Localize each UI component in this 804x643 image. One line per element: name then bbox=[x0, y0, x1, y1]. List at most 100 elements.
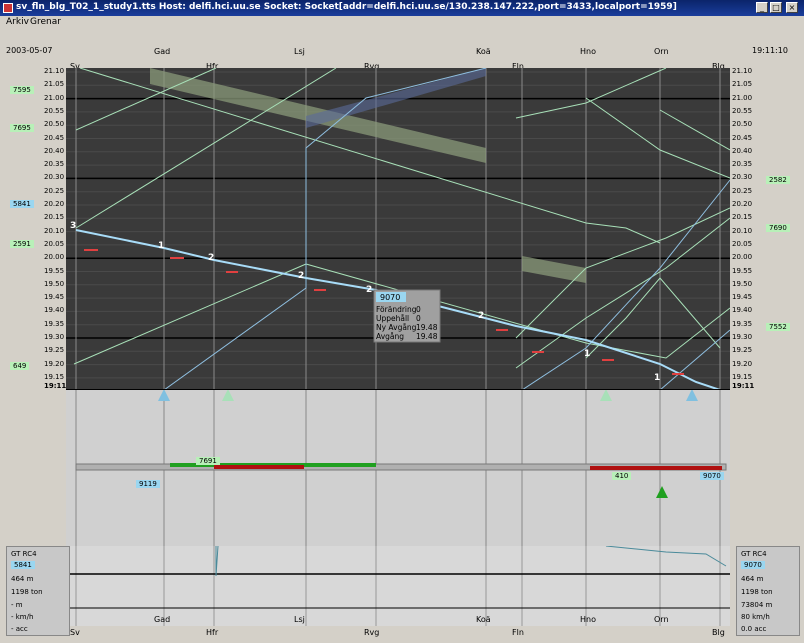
station-hfr[interactable]: Hfr bbox=[206, 628, 218, 637]
right-train-panel: GT RC4 9070 464 m 1198 ton 73804 m 80 km… bbox=[736, 546, 800, 636]
time-tick-label: 20.45 bbox=[44, 133, 65, 142]
time-tick-label: 19.35 bbox=[732, 319, 753, 328]
time-tick-label: 20.30 bbox=[732, 173, 753, 182]
time-tick-label: 20.50 bbox=[44, 120, 65, 129]
now-time-label: 19:11 bbox=[44, 382, 67, 390]
panel-distance: - m bbox=[11, 601, 23, 609]
station-lsj[interactable]: Lsj bbox=[294, 615, 305, 624]
stop-marker: 1 bbox=[654, 373, 660, 383]
time-tick-label: 20.45 bbox=[732, 133, 753, 142]
time-tick-label: 20.15 bbox=[732, 213, 753, 222]
menu-arkiv[interactable]: Arkiv bbox=[6, 17, 29, 27]
time-tick-label: 19.45 bbox=[44, 293, 65, 302]
train-tag[interactable]: 7690 bbox=[766, 224, 790, 232]
clock-label: 19:11:10 bbox=[752, 46, 788, 55]
time-tick-label: 19.25 bbox=[44, 346, 65, 355]
panel-distance: 73804 m bbox=[741, 601, 773, 609]
track-train-tag[interactable]: 410 bbox=[612, 472, 632, 480]
station-lsj[interactable]: Lsj bbox=[294, 47, 305, 56]
time-tick-label: 21.05 bbox=[732, 80, 753, 89]
window-title: sv_fln_blg_T02_1_study1.tts Host: delfi.… bbox=[16, 2, 677, 12]
train-tag[interactable]: 2582 bbox=[766, 176, 790, 184]
time-tick-label: 20.40 bbox=[732, 146, 753, 155]
time-tick-label: 21.05 bbox=[44, 80, 65, 89]
stop-marker: 2 bbox=[208, 253, 214, 263]
time-tick-label: 20.10 bbox=[44, 226, 65, 235]
close-button[interactable]: × bbox=[786, 2, 798, 13]
station-koa[interactable]: Koä bbox=[476, 615, 491, 624]
time-tick-label: 21.00 bbox=[44, 93, 65, 102]
time-tick-label: 20.05 bbox=[44, 239, 65, 248]
tooltip-key: Förändring bbox=[376, 305, 417, 314]
track-train-tag[interactable]: 9070 bbox=[700, 472, 724, 480]
station-rvg[interactable]: Rvg bbox=[364, 628, 379, 637]
time-tick-label: 20.00 bbox=[732, 253, 753, 262]
time-tick-label: 19.30 bbox=[44, 333, 65, 341]
panel-acc: - acc bbox=[11, 625, 28, 633]
train-tag[interactable]: 7595 bbox=[10, 86, 34, 94]
minimize-button[interactable]: _ bbox=[756, 2, 768, 13]
time-tick-label: 19.25 bbox=[732, 346, 753, 355]
time-tick-label: 19.15 bbox=[44, 372, 65, 381]
train-tag[interactable]: 5841 bbox=[10, 200, 34, 208]
track-train-tag[interactable]: 7691 bbox=[196, 457, 220, 465]
train-tag[interactable]: 2591 bbox=[10, 240, 34, 248]
time-tick-label: 20.40 bbox=[44, 146, 65, 155]
station-gad[interactable]: Gad bbox=[154, 47, 170, 56]
station-gad[interactable]: Gad bbox=[154, 615, 170, 624]
panel-speed: - km/h bbox=[11, 613, 34, 621]
panel-weight: 1198 ton bbox=[11, 588, 43, 596]
tooltip-train: 9070 bbox=[380, 293, 400, 302]
now-time-label: 19:11 bbox=[732, 382, 755, 390]
tooltip-value: 0 bbox=[416, 314, 421, 323]
station-sv[interactable]: Sv bbox=[70, 628, 80, 637]
app-icon bbox=[3, 3, 13, 13]
occupied-segment bbox=[590, 466, 722, 470]
station-orn[interactable]: Orn bbox=[654, 615, 669, 624]
time-tick-label: 19.20 bbox=[732, 359, 753, 368]
panel-weight: 1198 ton bbox=[741, 588, 773, 596]
time-tick-label: 20.10 bbox=[732, 226, 753, 235]
station-fln[interactable]: Fln bbox=[512, 628, 524, 637]
time-tick-label: 20.20 bbox=[44, 200, 65, 208]
time-tick-label: 20.30 bbox=[44, 173, 65, 182]
time-tick-label: 19.15 bbox=[732, 372, 753, 381]
tooltip-key: Avgång bbox=[376, 332, 404, 341]
tooltip-value: 19.48 bbox=[416, 332, 438, 341]
menu-bar: Arkiv Grenar bbox=[0, 16, 804, 29]
time-tick-label: 20.25 bbox=[732, 186, 753, 195]
panel-train[interactable]: 9070 bbox=[741, 561, 765, 569]
station-blg[interactable]: Blg bbox=[712, 628, 725, 637]
time-tick-label: 19.50 bbox=[732, 279, 753, 288]
time-tick-label: 19.40 bbox=[44, 306, 65, 315]
time-tick-label: 20.50 bbox=[732, 120, 753, 129]
time-tick-label: 19.50 bbox=[44, 279, 65, 288]
time-tick-label: 19.55 bbox=[44, 266, 65, 275]
station-hno[interactable]: Hno bbox=[580, 615, 596, 624]
train-graph[interactable]: 3 1 2 2 2 2 1 1 9070 Förändring 0 Uppehå… bbox=[66, 68, 730, 390]
panel-train[interactable]: 5841 bbox=[11, 561, 35, 569]
train-tag[interactable]: 649 bbox=[10, 362, 30, 370]
station-orn[interactable]: Orn bbox=[654, 47, 669, 56]
tooltip-value: 19.48 bbox=[416, 323, 438, 332]
train-tag[interactable]: 7552 bbox=[766, 323, 790, 331]
station-koa[interactable]: Koä bbox=[476, 47, 491, 56]
track-train-tag[interactable]: 9119 bbox=[136, 480, 160, 488]
stop-marker: 1 bbox=[584, 349, 590, 359]
time-tick-label: 21.00 bbox=[732, 93, 753, 102]
time-tick-label: 21.10 bbox=[732, 67, 753, 75]
stop-marker: 2 bbox=[366, 285, 372, 295]
panel-acc: 0.0 acc bbox=[741, 625, 767, 633]
station-hno[interactable]: Hno bbox=[580, 47, 596, 56]
time-tick-label: 20.25 bbox=[44, 186, 65, 195]
occupied-segment bbox=[214, 465, 304, 469]
menu-grenar[interactable]: Grenar bbox=[30, 17, 61, 27]
time-tick-label: 19.35 bbox=[44, 319, 65, 328]
time-tick-label: 20.00 bbox=[44, 253, 65, 262]
panel-speed: 80 km/h bbox=[741, 613, 770, 621]
panel-type: GT RC4 bbox=[11, 550, 37, 558]
maximize-button[interactable]: □ bbox=[770, 2, 782, 13]
tooltip-key: Uppehåll bbox=[376, 314, 409, 323]
track-diagram[interactable] bbox=[66, 390, 730, 546]
train-tag[interactable]: 7695 bbox=[10, 124, 34, 132]
